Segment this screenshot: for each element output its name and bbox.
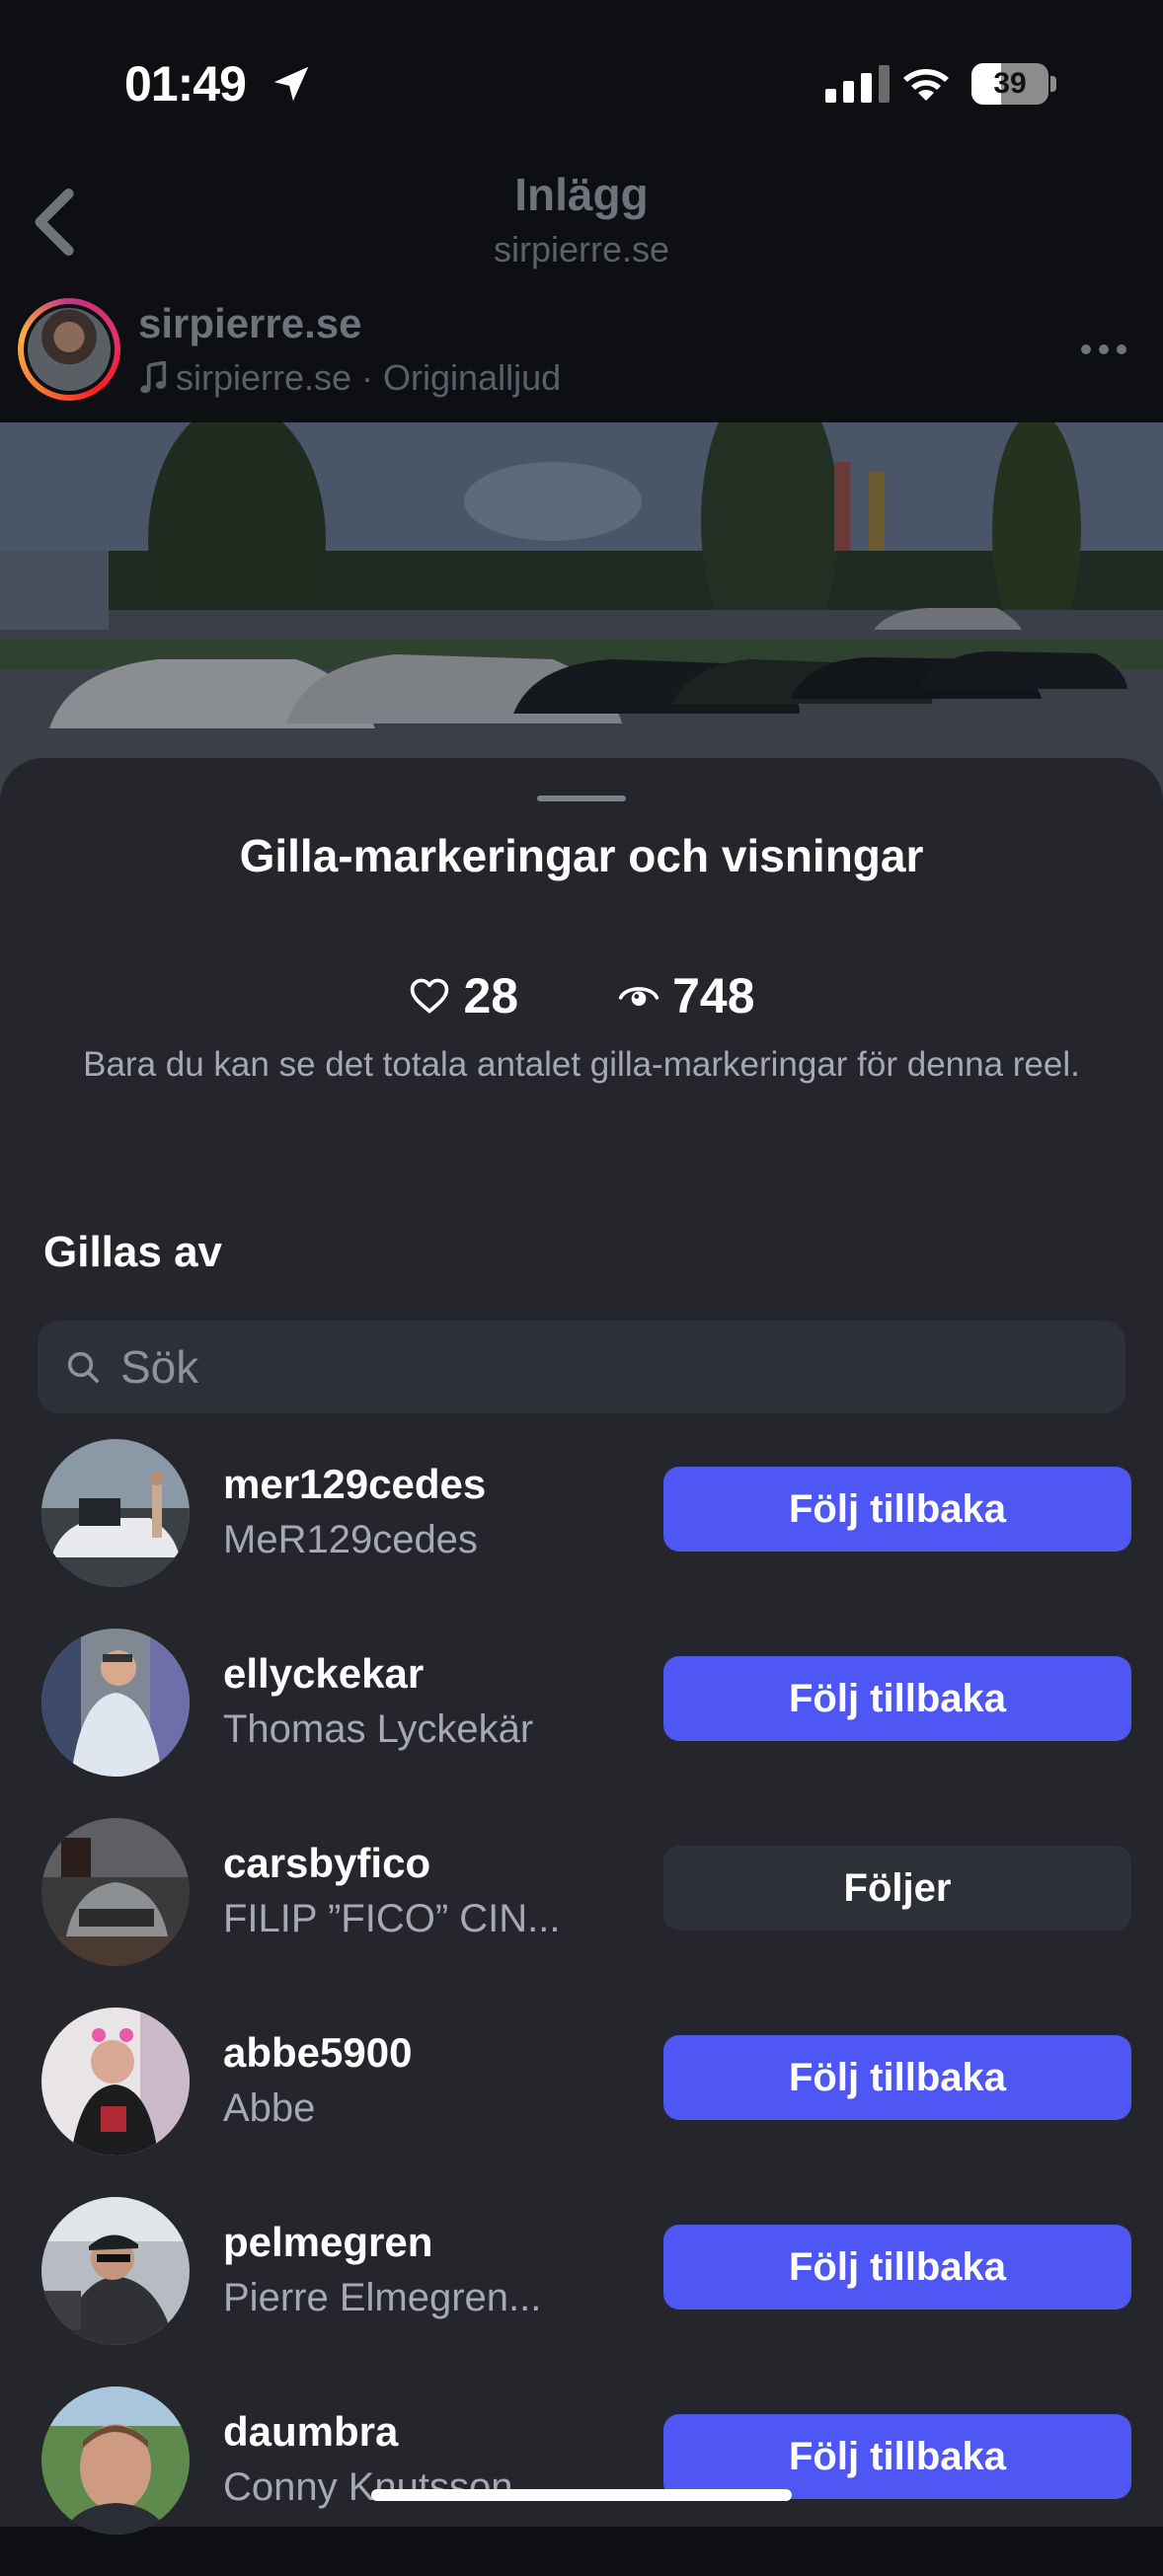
cellular-signal-icon: [825, 63, 890, 103]
page-title: Inlägg: [514, 169, 649, 220]
music-note-icon: [140, 361, 167, 394]
search-input[interactable]: [118, 1339, 1011, 1395]
list-item[interactable]: pelmegren Pierre Elmegren... Följ tillba…: [0, 2197, 1163, 2387]
list-item[interactable]: mer129cedes MeR129cedes Följ tillbaka: [0, 1439, 1163, 1629]
liker-username[interactable]: carsbyfico: [223, 1840, 430, 1887]
sheet-title: Gilla-markeringar och visningar: [239, 830, 924, 881]
location-arrow-icon: [273, 66, 309, 102]
user-avatar[interactable]: [41, 2387, 190, 2535]
heart-icon: [411, 978, 449, 1014]
post-author-avatar[interactable]: [18, 298, 120, 401]
user-avatar[interactable]: [41, 2008, 190, 2156]
more-options-icon[interactable]: [1080, 343, 1127, 355]
likers-list: mer129cedes MeR129cedes Följ tillbaka el…: [0, 1439, 1163, 2576]
views-count: 748: [617, 967, 755, 1024]
liker-full-name: FILIP ”FICO” CIN...: [223, 1897, 561, 1940]
liker-full-name: Abbe: [223, 2086, 316, 2130]
liker-full-name: Thomas Lyckekär: [223, 1707, 534, 1751]
follow-back-button[interactable]: Följ tillbaka: [663, 1467, 1131, 1552]
post-background: Inlägg sirpierre.se sirpierre.se sirpier…: [0, 148, 1163, 817]
search-bar[interactable]: [38, 1321, 1125, 1413]
liker-full-name: Conny Knutsson: [223, 2465, 513, 2509]
likes-privacy-note: Bara du kan se det totala antalet gilla-…: [83, 1045, 1080, 1084]
wifi-icon: [903, 69, 949, 101]
following-button[interactable]: Följer: [663, 1846, 1131, 1931]
liker-full-name: Pierre Elmegren...: [223, 2276, 542, 2319]
page-subtitle: sirpierre.se: [493, 229, 670, 269]
likes-and-views-sheet: Gilla-markeringar och visningar 28 748 B…: [0, 758, 1163, 2535]
list-item[interactable]: ellyckekar Thomas Lyckekär Följ tillbaka: [0, 1629, 1163, 1818]
home-indicator[interactable]: [371, 2489, 792, 2501]
follow-back-button[interactable]: Följ tillbaka: [663, 2225, 1131, 2310]
follow-back-button[interactable]: Följ tillbaka: [663, 1656, 1131, 1741]
user-avatar[interactable]: [41, 1629, 190, 1777]
views-value: 748: [672, 968, 755, 1023]
battery-icon: 39: [971, 63, 1056, 105]
liker-username[interactable]: mer129cedes: [223, 1461, 486, 1508]
user-avatar[interactable]: [41, 1439, 190, 1587]
follow-back-button[interactable]: Följ tillbaka: [663, 2414, 1131, 2499]
post-audio-label[interactable]: sirpierre.se · Originalljud: [138, 357, 561, 399]
list-item[interactable]: daumbra Conny Knutsson Följ tillbaka: [0, 2387, 1163, 2576]
likes-count: 28: [408, 967, 518, 1024]
follow-back-button[interactable]: Följ tillbaka: [663, 2035, 1131, 2120]
battery-percentage: 39: [993, 67, 1027, 100]
user-avatar[interactable]: [41, 1818, 190, 1966]
list-item[interactable]: abbe5900 Abbe Följ tillbaka: [0, 2008, 1163, 2197]
sheet-drag-handle[interactable]: [537, 796, 626, 801]
stats-row: 28 748: [0, 967, 1163, 1024]
likes-value: 28: [463, 968, 519, 1023]
liker-username[interactable]: abbe5900: [223, 2029, 412, 2077]
list-item[interactable]: carsbyfico FILIP ”FICO” CIN... Följer: [0, 1818, 1163, 2008]
eye-icon: [618, 987, 659, 1007]
post-author-username[interactable]: sirpierre.se: [138, 300, 362, 347]
status-bar: 01:49 39: [0, 0, 1163, 168]
liker-username[interactable]: daumbra: [223, 2408, 398, 2456]
status-time: 01:49: [124, 56, 247, 112]
liker-full-name: MeR129cedes: [223, 1518, 478, 1561]
search-icon: [67, 1351, 99, 1383]
liker-username[interactable]: ellyckekar: [223, 1650, 424, 1698]
audio-text: sirpierre.se · Originalljud: [176, 357, 562, 398]
liker-username[interactable]: pelmegren: [223, 2219, 432, 2266]
liked-by-heading: Gillas av: [43, 1228, 223, 1276]
user-avatar[interactable]: [41, 2197, 190, 2345]
